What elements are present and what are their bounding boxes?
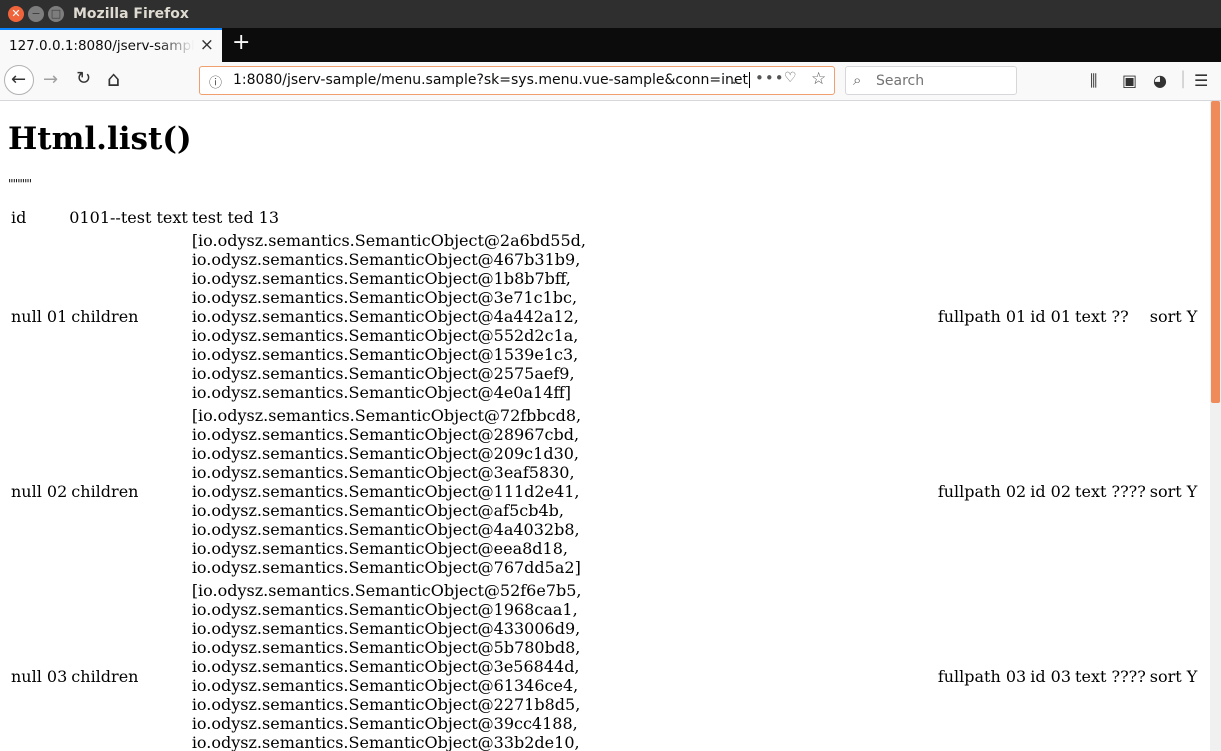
table-cell: text ???? <box>1075 666 1146 686</box>
window-title: Mozilla Firefox <box>73 6 189 22</box>
table-cell: fullpath 01 <box>937 307 1027 326</box>
reload-icon[interactable]: ↻ <box>76 68 91 89</box>
url-value: 1:8080/jserv-sample/menu.sample?sk=sys.m… <box>233 72 749 88</box>
children-cell: [io.odysz.semantics.SemanticObject@2a6bd… <box>191 231 586 402</box>
page-heading: Html.list() <box>8 121 192 157</box>
table-row: null 03 children [io.odysz.semantics.Sem… <box>10 580 1198 751</box>
table-cell: sort Y <box>1149 482 1198 501</box>
table-cell: id 01 <box>1030 307 1072 326</box>
table-cell: id 02 <box>1030 482 1072 501</box>
account-icon[interactable]: ◕ <box>1153 71 1167 90</box>
table-cell: id <box>11 208 27 227</box>
back-arrow-icon: ← <box>11 69 27 90</box>
table-cell: null 03 <box>11 666 68 686</box>
tab-title: 127.0.0.1:8080/jserv-sample/menu.sample?… <box>9 38 194 54</box>
url-dropdown-icon[interactable]: ⌄ <box>728 70 741 88</box>
table-cell: fullpath 02 <box>937 482 1027 501</box>
table-row: null 02 children [io.odysz.semantics.Sem… <box>10 405 1198 578</box>
tab-close-icon[interactable]: × <box>200 35 214 55</box>
site-info-icon[interactable]: ⓘ <box>209 72 222 91</box>
table-cell: fullpath 03 <box>937 666 1027 686</box>
text-caret <box>749 72 751 88</box>
table-cell: sort Y <box>1149 307 1198 326</box>
forward-icon[interactable]: → <box>43 69 58 90</box>
table-cell: text ?? <box>1075 307 1129 326</box>
data-table: id 0101--test text test ted 13 null 01 c… <box>8 205 1200 751</box>
sidebar-icon[interactable]: ▣ <box>1122 71 1137 90</box>
window-close-button[interactable]: ✕ <box>8 6 24 22</box>
table-cell: children <box>71 482 139 501</box>
tab-active[interactable]: 127.0.0.1:8080/jserv-sample/menu.sample?… <box>0 28 222 62</box>
scrollbar-thumb[interactable] <box>1211 101 1220 403</box>
tab-strip: 127.0.0.1:8080/jserv-sample/menu.sample?… <box>0 28 1221 62</box>
children-cell: [io.odysz.semantics.SemanticObject@52f6e… <box>191 581 582 751</box>
table-cell: 0101--test text <box>69 208 188 227</box>
library-icon[interactable]: ⫼ <box>1090 71 1097 91</box>
tick-marks: '''''''''' <box>8 177 32 191</box>
url-bar[interactable]: ⓘ 1:8080/jserv-sample/menu.sample?sk=sys… <box>199 66 835 95</box>
table-cell: id 03 <box>1030 666 1072 686</box>
table-cell: null 01 <box>11 307 68 326</box>
search-bar[interactable]: ⌕ <box>845 66 1017 95</box>
table-cell: text ???? <box>1075 482 1146 501</box>
table-cell: children <box>71 666 139 686</box>
page-content: Html.list() '''''''''' id 0101--test tex… <box>0 101 1210 751</box>
search-icon: ⌕ <box>853 71 862 89</box>
home-icon[interactable]: ⌂ <box>107 67 120 91</box>
bookmark-star-icon[interactable]: ☆ <box>811 69 826 89</box>
table-row: null 01 children [io.odysz.semantics.Sem… <box>10 230 1198 403</box>
table-cell: null 02 <box>11 482 68 501</box>
table-cell: children <box>71 307 139 326</box>
page-actions-icon[interactable]: ••• <box>755 69 785 87</box>
page-scrollbar[interactable] <box>1210 101 1221 751</box>
window-titlebar: ✕ − □ Mozilla Firefox <box>0 0 1221 28</box>
table-cell: sort Y <box>1149 666 1198 686</box>
back-button[interactable]: ← <box>4 65 34 95</box>
window-minimize-button[interactable]: − <box>28 6 44 22</box>
pocket-icon[interactable]: ♡ <box>784 70 797 86</box>
children-cell: [io.odysz.semantics.SemanticObject@72fbb… <box>191 406 582 577</box>
table-header-row: id 0101--test text test ted 13 <box>10 207 1198 228</box>
window-maximize-button[interactable]: □ <box>48 6 64 22</box>
menu-icon[interactable]: ☰ <box>1194 71 1208 90</box>
new-tab-button[interactable]: + <box>232 30 250 55</box>
search-input[interactable] <box>876 71 1006 90</box>
url-text[interactable]: 1:8080/jserv-sample/menu.sample?sk=sys.m… <box>233 72 751 88</box>
navigation-toolbar: ← → ↻ ⌂ ⓘ 1:8080/jserv-sample/menu.sampl… <box>0 62 1221 101</box>
table-cell: test ted 13 <box>191 208 280 227</box>
